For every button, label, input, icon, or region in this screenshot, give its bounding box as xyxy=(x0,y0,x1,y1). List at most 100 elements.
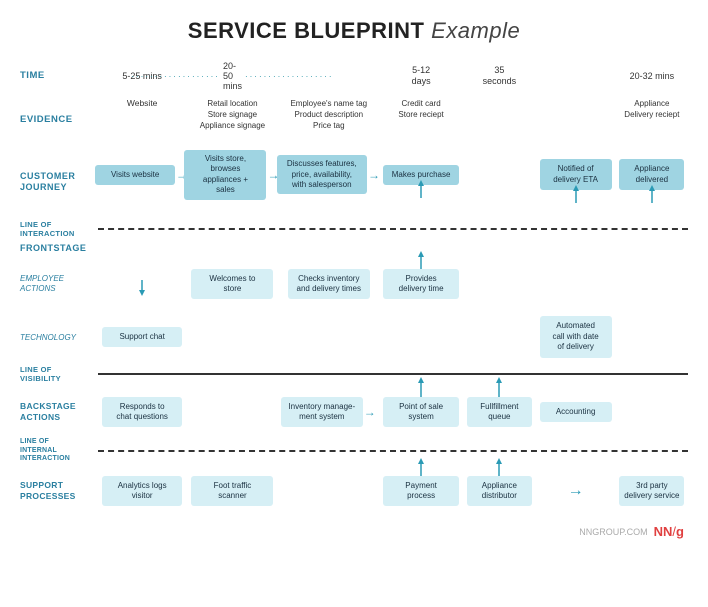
lov-line xyxy=(98,373,688,375)
lov-label: LINE OFVISIBILITY xyxy=(20,365,61,383)
time-col-3: 5-12days xyxy=(379,65,463,87)
sp-col-1: Foot trafficscanner xyxy=(186,476,278,507)
cj-box-1: Visits store,browsesappliances +sales xyxy=(184,150,266,200)
cj-varrow-5-svg xyxy=(571,185,581,203)
cj-col-5: Notified ofdelivery ETA xyxy=(535,159,615,190)
employee-actions-row: EMPLOYEEACTIONS Welcomes tostore xyxy=(20,258,688,310)
time-val-1: 20-50 mins xyxy=(223,61,242,91)
bs-box-0: Responds tochat questions xyxy=(102,397,181,428)
sp-up-3 xyxy=(416,458,426,481)
line-visibility-row: LINE OFVISIBILITY xyxy=(20,364,688,384)
footer-logo: NN xyxy=(654,524,673,539)
sp-arrow-5: → xyxy=(568,483,584,499)
evidence-col-1: Retail locationStore signageAppliance si… xyxy=(186,98,278,132)
sp-box-0: Analytics logsvisitor xyxy=(102,476,181,507)
ea-box-1: Welcomes tostore xyxy=(191,269,273,300)
time-label: TIME xyxy=(20,70,51,81)
sp-col-4: Appliancedistributor xyxy=(463,476,535,507)
bs-arrow-2: → xyxy=(364,406,376,418)
sp-up-3-svg xyxy=(416,458,426,476)
cj-col-3: Makes purchase xyxy=(379,165,463,185)
time-val-4: 35seconds xyxy=(483,65,517,87)
ea-up-3 xyxy=(416,251,426,274)
support-label: SUPPORTPROCESSES xyxy=(20,480,76,502)
bs-up-4-svg xyxy=(494,377,504,397)
bs-box-2: Inventory manage-ment system xyxy=(281,397,363,428)
evidence-col-3: Credit cardStore reciept xyxy=(379,98,463,120)
bs-up-3 xyxy=(416,377,426,402)
ea-up-3-svg xyxy=(416,251,426,269)
tech-box-5: Automatedcall with dateof delivery xyxy=(540,316,612,357)
bs-col-5: Accounting xyxy=(535,402,615,422)
technology-row: TECHNOLOGY Support chat Automatedcall wi… xyxy=(20,312,688,362)
bs-up-3-svg xyxy=(416,377,426,397)
customer-journey-row: CUSTOMERJOURNEY Visits website → Visits … xyxy=(20,150,688,214)
evidence-label: EVIDENCE xyxy=(20,114,79,125)
evidence-val-1: Retail locationStore signageAppliance si… xyxy=(200,98,265,132)
tech-col-5: Automatedcall with dateof delivery xyxy=(535,316,615,357)
cj-varrow-5 xyxy=(571,185,581,208)
cj-box-2: Discusses features,price, availability,w… xyxy=(277,155,367,194)
cj-box-0: Visits website xyxy=(95,165,174,185)
ea-down-0 xyxy=(137,280,147,301)
cj-varrow-3 xyxy=(416,180,426,203)
evidence-col-0: Website xyxy=(98,98,186,108)
main-title: SERVICE BLUEPRINT Example xyxy=(20,18,688,44)
ea-box-2: Checks inventoryand delivery times xyxy=(288,269,370,300)
ea-down-0-svg xyxy=(137,280,147,296)
evidence-col-2: Employee's name tagProduct descriptionPr… xyxy=(279,98,379,132)
evidence-val-0: Website xyxy=(127,98,158,108)
cj-col-0: Visits website → xyxy=(98,165,186,185)
sp-col-6: 3rd partydelivery service xyxy=(616,476,688,507)
employee-label: EMPLOYEEACTIONS xyxy=(20,274,64,295)
evidence-col-6: ApplianceDelivery reciept xyxy=(616,98,688,120)
time-col-4: 35seconds xyxy=(463,65,535,87)
sp-up-4-svg xyxy=(494,458,504,476)
title-bold: SERVICE BLUEPRINT xyxy=(188,18,425,43)
ea-col-3: Providesdelivery time xyxy=(379,269,463,300)
footer-site: NNGROUP.COM xyxy=(579,527,647,537)
time-val-6: 20-32 mins xyxy=(630,71,675,81)
page: SERVICE BLUEPRINT Example TIME 5-25 mins… xyxy=(0,0,708,607)
technology-label: TECHNOLOGY xyxy=(20,333,76,342)
sp-col-5: → xyxy=(535,483,615,499)
bs-col-3: Point of salesystem xyxy=(379,397,463,428)
sp-box-1: Foot trafficscanner xyxy=(191,476,273,507)
cj-col-1: Visits store,browsesappliances +sales → xyxy=(186,150,278,200)
cj-label: CUSTOMERJOURNEY xyxy=(20,171,81,193)
sp-up-4 xyxy=(494,458,504,481)
backstage-label: BACKSTAGEACTIONS xyxy=(20,401,76,423)
ea-col-2: Checks inventoryand delivery times xyxy=(279,269,379,300)
frontstage-row: FRONTSTAGE xyxy=(20,240,688,256)
footer: NNGROUP.COM NN/g xyxy=(20,524,688,539)
backstage-row: BACKSTAGEACTIONS Responds tochat questio… xyxy=(20,386,688,438)
bs-col-4: Fullfillmentqueue xyxy=(463,397,535,428)
tech-box-0: Support chat xyxy=(102,327,181,347)
lii-line xyxy=(98,450,688,452)
footer-g: g xyxy=(676,524,684,539)
loi-line xyxy=(98,228,688,230)
cj-col-6: Appliancedelivered xyxy=(616,159,688,190)
sp-box-6: 3rd partydelivery service xyxy=(619,476,684,507)
bs-up-4 xyxy=(494,377,504,402)
support-row: SUPPORTPROCESSES Analytics logsvisitor F… xyxy=(20,464,688,518)
time-dots-2: ··················· xyxy=(245,72,334,81)
time-dots-1: ··················· xyxy=(131,72,220,81)
evidence-val-2: Employee's name tagProduct descriptionPr… xyxy=(290,98,367,132)
time-col-1: ··················· 20-50 mins ·········… xyxy=(186,61,278,91)
cj-varrow-6 xyxy=(647,185,657,208)
time-val-3: 5-12days xyxy=(412,65,431,87)
time-col-6: 20-32 mins xyxy=(616,71,688,81)
cj-col-2: Discusses features,price, availability,w… xyxy=(279,155,379,194)
bs-col-0: Responds tochat questions xyxy=(98,397,186,428)
evidence-row: EVIDENCE Website Retail locationStore si… xyxy=(20,94,688,146)
line-internal-row: LINE OFINTERNALINTER­ACTION xyxy=(20,440,688,462)
title-italic: Example xyxy=(431,18,520,43)
evidence-val-3: Credit cardStore reciept xyxy=(398,98,443,120)
tech-col-0: Support chat xyxy=(98,327,186,347)
lii-label: LINE OFINTERNALINTER­ACTION xyxy=(20,438,70,463)
frontstage-label: FRONTSTAGE xyxy=(20,243,86,253)
sp-col-0: Analytics logsvisitor xyxy=(98,476,186,507)
loi-label: LINE OFINTER­ACTION xyxy=(20,220,75,238)
ea-col-1: Welcomes tostore xyxy=(186,269,278,300)
